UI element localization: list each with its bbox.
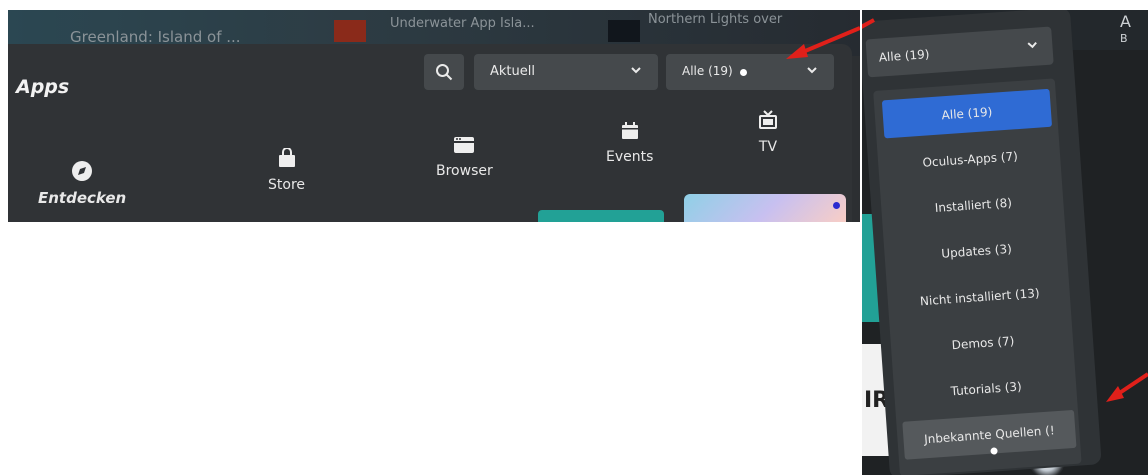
filter-option-label: Jnbekannte Quellen (! [923, 423, 1056, 447]
media-thumbnail [334, 20, 366, 42]
annotation-arrow-icon [786, 26, 860, 59]
filter-option-updates[interactable]: Updates (3) [895, 227, 1057, 276]
nav-item-events[interactable]: Events [606, 122, 653, 165]
background-text: B [1120, 32, 1128, 45]
filter-option-nicht-installiert[interactable]: Nicht installiert (13) [899, 273, 1061, 322]
filter-dropdown-panel: Alle (19) Alle (19) Oculus-Apps (7) Inst… [862, 10, 1102, 475]
nav-item-label: TV [758, 139, 778, 155]
filter-option-alle[interactable]: Alle (19) [881, 88, 1053, 139]
media-title: Underwater App Isla... [390, 16, 535, 31]
nav-item-label: Events [606, 149, 654, 165]
calendar-icon [621, 122, 638, 139]
app-tile[interactable] [684, 194, 846, 222]
nav-item-browser[interactable]: Browser [436, 136, 493, 179]
background-text: A [1120, 12, 1131, 31]
browser-icon [454, 137, 475, 153]
annotation-arrow-icon [1106, 372, 1148, 402]
search-button[interactable] [424, 54, 464, 90]
filter-dropdown-label: Alle (19) [682, 64, 733, 78]
nav-item-label: Store [268, 177, 306, 193]
apps-menu-screenshot: Greenland: Island of ... Underwater App … [8, 10, 860, 222]
filter-option-unbekannte-quellen[interactable]: Jnbekannte Quellen (! [902, 409, 1077, 460]
filter-menu-screenshot: A B IR Alle (19) Alle (19) Oculus-Apps (… [862, 10, 1148, 475]
page-title: Apps [16, 76, 70, 98]
filter-dropdown[interactable]: Alle (19) [865, 26, 1054, 78]
filter-option-demos[interactable]: Demos (7) [902, 319, 1064, 368]
sort-dropdown-label: Aktuell [490, 64, 535, 79]
media-title: Northern Lights over [648, 12, 783, 27]
filter-options-list: Alle (19) Oculus-Apps (7) Installiert (8… [873, 78, 1082, 475]
filter-option-oculus-apps[interactable]: Oculus-Apps (7) [889, 135, 1051, 184]
nav-item-label: Entdecken [38, 189, 127, 207]
notification-dot [833, 202, 840, 209]
chevron-down-icon [807, 67, 817, 74]
chevron-down-icon [631, 67, 641, 74]
nav-item-store[interactable]: Store [268, 148, 305, 193]
filter-option-installiert[interactable]: Installiert (8) [892, 181, 1054, 230]
media-thumbnail [608, 20, 640, 42]
annotation-arrow-icon [862, 18, 875, 29]
nav-item-label: Browser [436, 163, 493, 179]
chevron-down-icon [1027, 41, 1037, 49]
sort-dropdown[interactable]: Aktuell [474, 54, 658, 90]
shopping-bag-icon [278, 148, 295, 167]
nav-item-tv[interactable]: TV [758, 110, 778, 155]
filter-dropdown-label: Alle (19) [878, 47, 930, 65]
filter-option-tutorials[interactable]: Tutorials (3) [905, 364, 1067, 413]
app-tile[interactable] [538, 210, 664, 222]
pointer-cursor [990, 447, 998, 455]
compass-icon [72, 161, 93, 181]
nav-item-entdecken[interactable]: Entdecken [38, 160, 126, 207]
tv-icon [759, 110, 777, 129]
pointer-cursor [740, 69, 747, 76]
search-icon [436, 64, 453, 81]
